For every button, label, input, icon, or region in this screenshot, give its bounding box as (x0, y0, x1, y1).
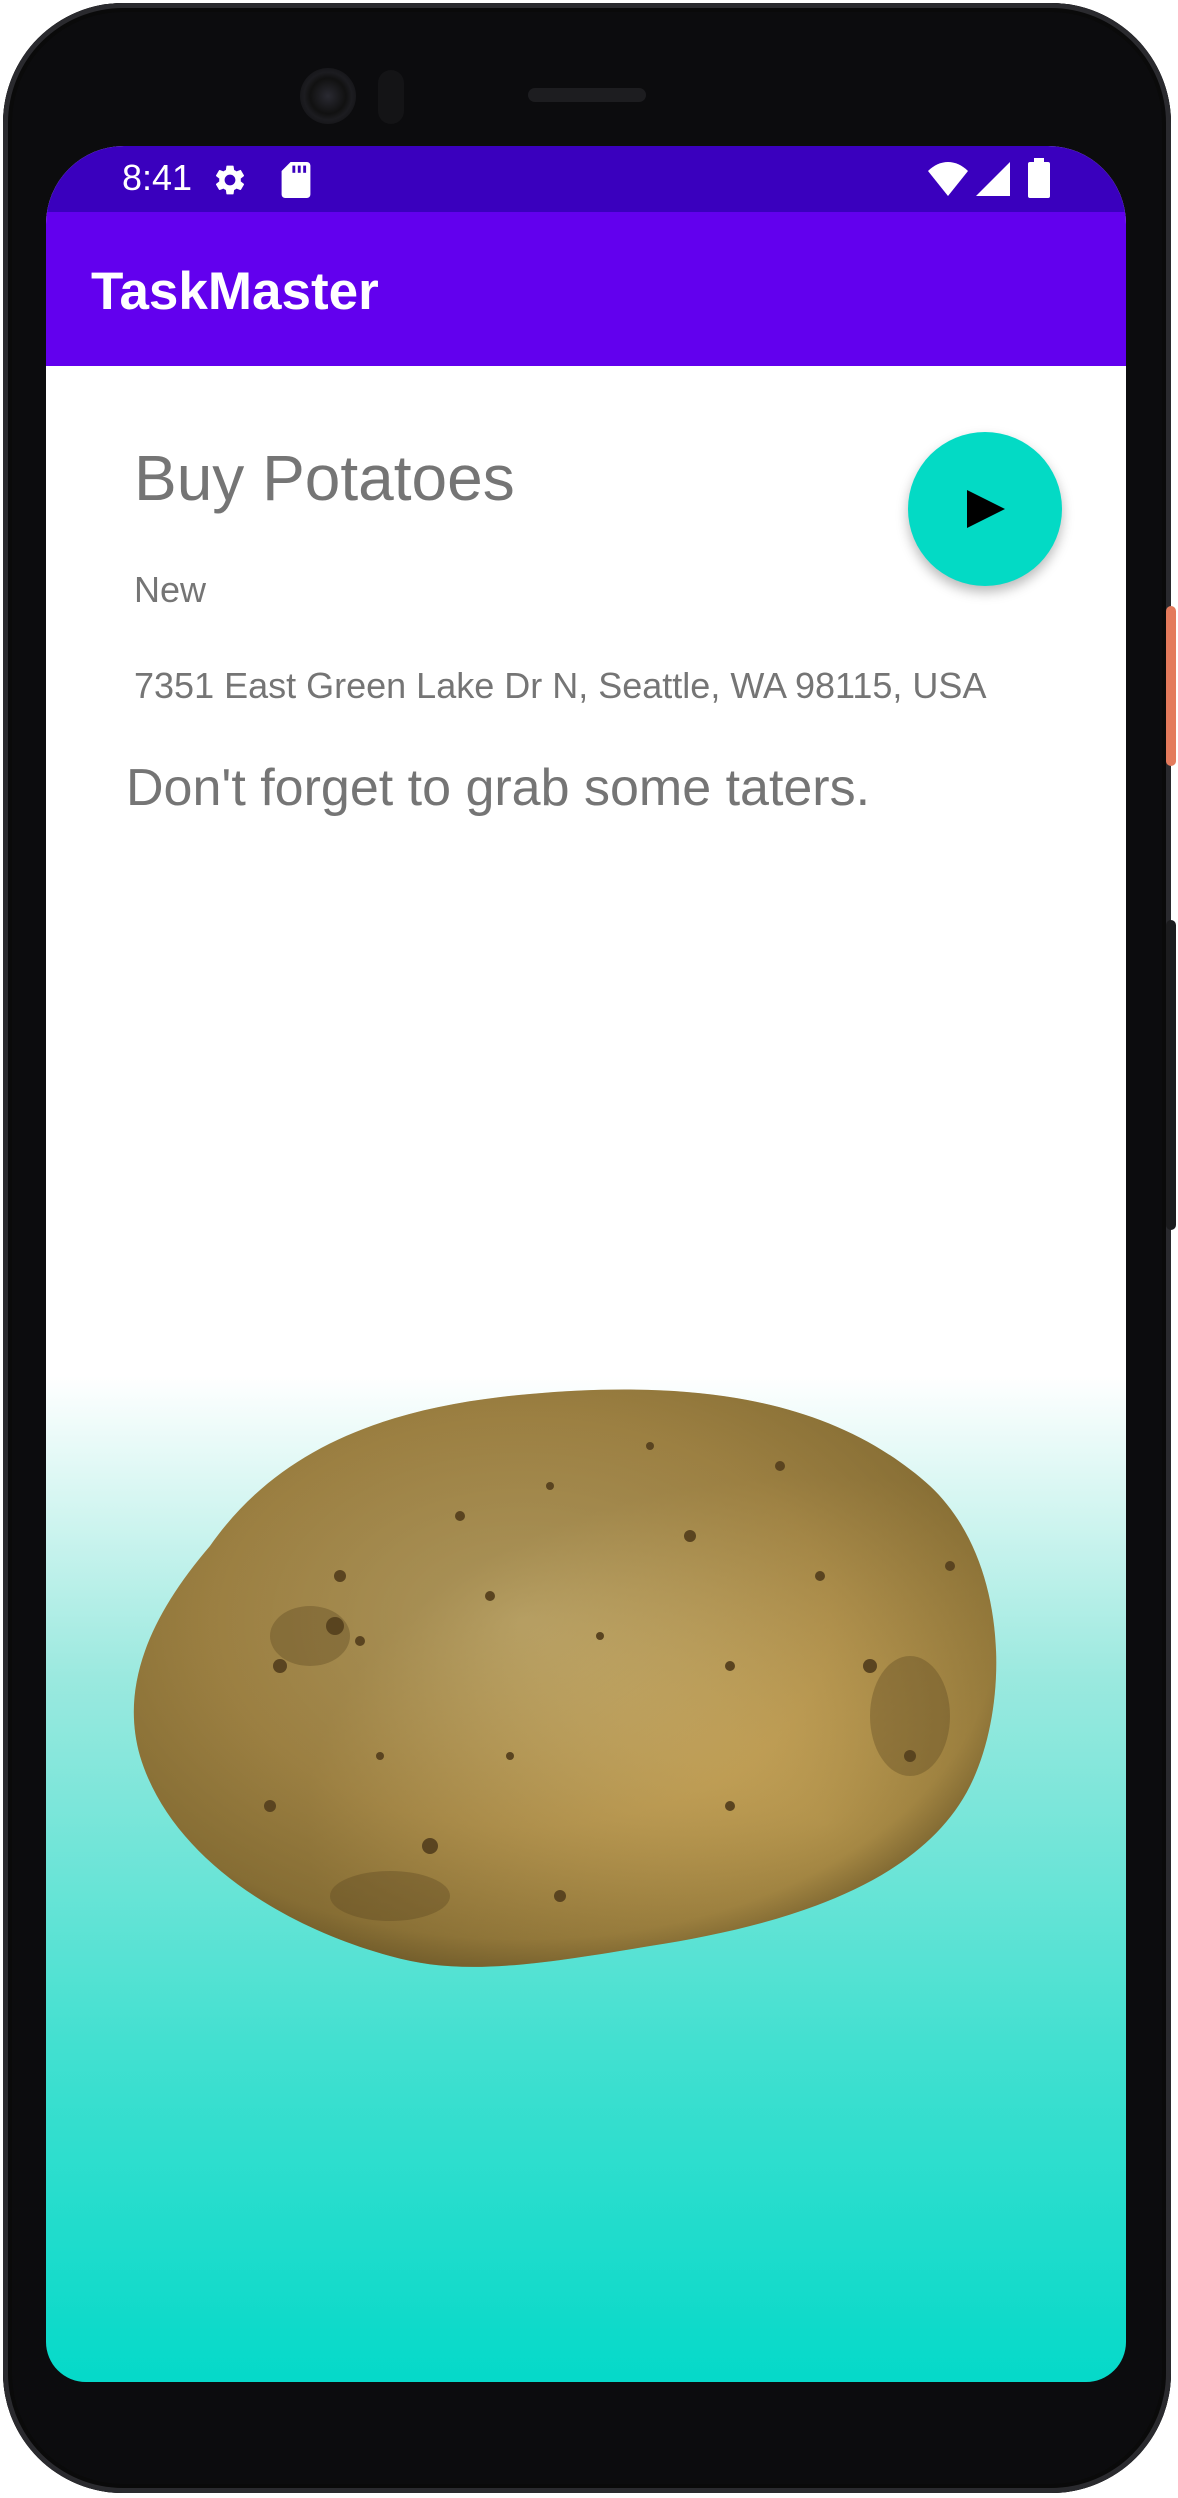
potato-image (133, 1389, 997, 1967)
cell-signal-icon (976, 162, 1010, 196)
earpiece-speaker (528, 88, 646, 102)
play-icon (967, 490, 1005, 528)
task-address: 7351 East Green Lake Dr N, Seattle, WA 9… (134, 665, 987, 706)
front-camera (300, 68, 356, 124)
battery-icon (1028, 158, 1050, 198)
power-button (1166, 606, 1176, 766)
task-state: New (134, 569, 207, 610)
gear-icon (215, 165, 245, 195)
app-screen: 8:41 TaskMaster Buy Potatoes New 7351 Ea… (46, 146, 1126, 2382)
task-title: Buy Potatoes (134, 442, 515, 514)
status-time: 8:41 (122, 157, 193, 198)
proximity-sensor (378, 70, 404, 124)
sd-card-icon (281, 162, 311, 198)
app-title: TaskMaster (91, 262, 379, 321)
wifi-icon (928, 162, 968, 196)
play-button[interactable] (908, 432, 1062, 586)
task-body: Don't forget to grab some taters. (126, 759, 871, 817)
volume-button (1166, 920, 1176, 1230)
app-bar: TaskMaster (46, 212, 1126, 366)
status-bar: 8:41 (46, 146, 1126, 212)
